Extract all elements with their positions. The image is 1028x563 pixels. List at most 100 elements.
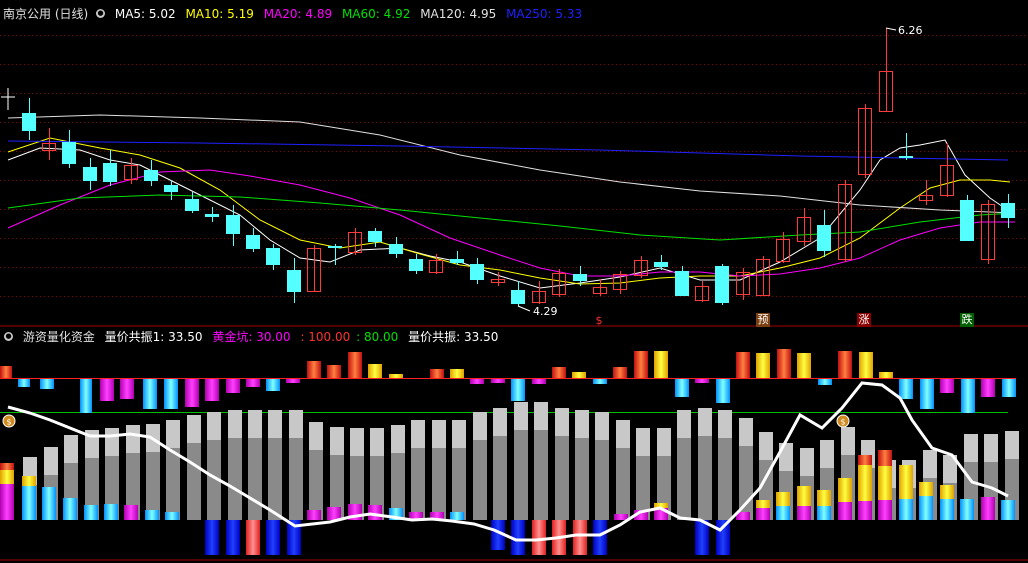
candle-body: [817, 225, 831, 251]
signal-bar: [797, 506, 811, 520]
ma20-label: MA20: 4.89: [263, 7, 333, 21]
gray-bar-cap: [391, 425, 405, 453]
bottom-bar: [573, 520, 587, 555]
stock-title: 南京公用 (日线): [3, 7, 89, 21]
candle-body: [205, 214, 219, 217]
fall-bar: [164, 379, 178, 409]
low-pointer: [517, 305, 531, 312]
signal-bar: [84, 505, 98, 520]
signal-bar: [614, 514, 628, 520]
candle-body: [328, 246, 342, 248]
gray-bar-cap: [187, 415, 201, 443]
candle-body: [246, 235, 260, 249]
signal-bar: [42, 487, 56, 520]
candle-body: [675, 271, 689, 296]
signal-bar: [0, 463, 14, 471]
rise-bar: [838, 351, 852, 378]
gray-bar-cap: [636, 428, 650, 456]
low-price-label: 4.29: [533, 305, 558, 318]
rise-bar: [572, 372, 586, 378]
signal-bar: [756, 508, 770, 520]
candle-body: [103, 163, 117, 182]
bottom-bar: [593, 520, 607, 555]
signal-bar: [165, 512, 179, 520]
signal-bar: [838, 478, 852, 502]
fall-bar: [920, 379, 934, 409]
bottom-bar: [246, 520, 260, 555]
indicator-settings-icon[interactable]: ●: [4, 332, 13, 341]
signal-bar: [858, 455, 872, 465]
gray-bar-cap: [923, 450, 937, 478]
gray-bar-cap: [595, 412, 609, 440]
gray-bar-cap: [514, 402, 528, 430]
gray-bar-cap: [493, 408, 507, 436]
gray-bar-cap: [105, 428, 119, 456]
money-bag-glyph: $: [6, 418, 11, 427]
signal-bar: [960, 499, 974, 520]
ma20-line: [7, 169, 1015, 277]
fall-bar: [1002, 379, 1016, 397]
fall-bar: [961, 379, 975, 413]
bottom-bar: [205, 520, 219, 555]
signal-bar: [981, 497, 995, 520]
gray-bar-cap: [575, 410, 589, 438]
signal-bar: [450, 512, 464, 520]
candle-body: [409, 259, 423, 271]
fall-bar: [100, 379, 114, 401]
rise-bar: [368, 364, 382, 378]
gray-bar-cap: [126, 425, 140, 453]
rise-bar: [756, 353, 770, 378]
rise-signal-badge: 涨: [857, 313, 871, 327]
money-bag-glyph: $: [840, 418, 845, 427]
fall-bar: [266, 379, 280, 391]
candle-body: [185, 199, 199, 211]
gray-bar-cap: [289, 410, 303, 438]
candle-body: [368, 231, 382, 242]
settings-circle-icon[interactable]: ●: [96, 9, 106, 18]
fall-bar: [226, 379, 240, 393]
signal-bar: [797, 486, 811, 506]
fall-bar: [940, 379, 954, 393]
ma60-line: [7, 194, 1016, 241]
candle-body: [960, 200, 974, 241]
candle-body: [470, 264, 484, 280]
rise-bar: [879, 372, 893, 378]
gray-bar-cap: [718, 410, 732, 438]
bottom-bar: [695, 520, 709, 555]
signal-bar: [0, 470, 14, 484]
gray-bar-cap: [964, 434, 978, 462]
gray-bar-cap: [44, 447, 58, 475]
pre-signal-badge: 预: [756, 313, 770, 327]
gray-bar-cap: [432, 420, 446, 448]
rise-bar: [430, 369, 444, 378]
ma5-label: MA5: 5.02: [114, 7, 176, 21]
signal-bar: [858, 501, 872, 520]
resonance-label: 量价共振: 33.50: [408, 330, 499, 344]
signal-bar: [919, 496, 933, 520]
candle-body: [164, 185, 178, 192]
candle-body: [654, 262, 668, 267]
fall-bar: [899, 379, 913, 399]
signal-bar: [124, 505, 138, 520]
gray-bar-cap: [616, 420, 630, 448]
fall-bar: [205, 379, 219, 401]
gray-bar-cap: [309, 422, 323, 450]
rise-bar: [389, 374, 403, 378]
gray-bar-cap: [984, 434, 998, 462]
bottom-bar: [532, 520, 546, 555]
candle-body: [899, 156, 913, 158]
gray-bar-cap: [800, 448, 814, 476]
stock-chart[interactable]: $ $: [0, 0, 1028, 563]
candle-body: [389, 244, 403, 254]
signal-bar: [817, 506, 831, 520]
gray-bar-cap: [350, 428, 364, 456]
signal-bar: [0, 484, 14, 520]
fall-bar: [491, 379, 505, 383]
fall-bar: [695, 379, 709, 383]
candle-body: [573, 274, 587, 281]
gray-bar-cap: [228, 410, 242, 438]
gray-bar-cap: [268, 410, 282, 438]
rise-bar: [634, 351, 648, 378]
signal-bar: [104, 504, 118, 520]
signal-bar: [919, 482, 933, 496]
